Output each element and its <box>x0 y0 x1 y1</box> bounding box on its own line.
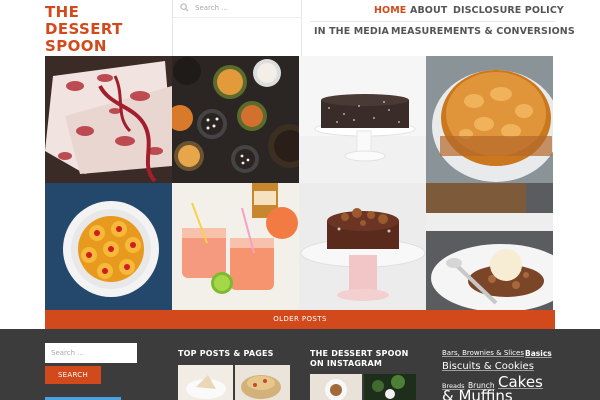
top-posts-heading: TOP POSTS & PAGES <box>178 349 274 358</box>
site-footer: SEARCH TOP POSTS & PAGES THE DESSERT SPO… <box>0 329 600 400</box>
instagram-heading-line-2: ON INSTAGRAM <box>310 359 383 368</box>
tag-biscuits-cookies[interactable]: Biscuits & Cookies <box>442 361 534 372</box>
nav-item-disclosure-policy[interactable]: DISCLOSURE POLICY <box>453 5 564 16</box>
chocolate-cake-photo <box>299 56 426 183</box>
post-thumbnail-pineapple-cake[interactable] <box>45 183 172 310</box>
post-thumbnail-apricot-tart[interactable] <box>426 56 553 183</box>
cupcakes-photo <box>172 56 299 183</box>
post-thumbnail-grapefruit-drinks[interactable] <box>172 183 299 310</box>
grapefruit-drinks-photo <box>172 183 299 310</box>
post-thumbnail-walnut-cake[interactable] <box>299 183 426 310</box>
tag-basics[interactable]: Basics <box>525 349 552 358</box>
tag-cakes-muffins[interactable]: & Muffins <box>442 387 513 400</box>
instagram-heading: THE DESSERT SPOON ON INSTAGRAM <box>310 349 409 369</box>
instagram-thumbnail-2[interactable] <box>364 374 416 400</box>
nav-item-home[interactable]: HOME <box>374 5 406 16</box>
footer-search-button[interactable]: SEARCH <box>45 366 101 384</box>
top-post-thumbnail-2[interactable] <box>235 365 290 400</box>
nav-item-about[interactable]: ABOUT <box>410 5 447 16</box>
post-thumbnail-napkin[interactable] <box>45 56 172 183</box>
post-grid <box>45 56 555 310</box>
main-navigation: HOME ABOUT DISCLOSURE POLICY IN THE MEDI… <box>0 0 600 56</box>
top-post-image-1 <box>178 365 233 400</box>
instagram-image-2 <box>364 374 416 400</box>
ice-cream-crumble-photo <box>426 183 553 310</box>
tag-bars-brownies-slices[interactable]: Bars, Brownies & Slices <box>442 349 524 357</box>
pineapple-cake-photo <box>45 183 172 310</box>
footer-search-input[interactable] <box>45 343 137 363</box>
post-thumbnail-chocolate-cake[interactable] <box>299 56 426 183</box>
nav-divider <box>310 21 555 22</box>
older-posts-button[interactable]: OLDER POSTS <box>45 310 555 329</box>
nav-item-measurements-conversions[interactable]: MEASUREMENTS & CONVERSIONS <box>391 26 575 37</box>
post-thumbnail-ice-cream-crumble[interactable] <box>426 183 553 310</box>
instagram-thumbnail-1[interactable] <box>310 374 362 400</box>
walnut-cake-photo <box>299 183 426 310</box>
instagram-image-1 <box>310 374 362 400</box>
instagram-heading-line-1: THE DESSERT SPOON <box>310 349 409 358</box>
apricot-tart-photo <box>426 56 553 183</box>
napkin-photo <box>45 56 172 183</box>
nav-item-in-the-media[interactable]: IN THE MEDIA <box>314 26 389 37</box>
post-thumbnail-cupcakes[interactable] <box>172 56 299 183</box>
top-post-image-2 <box>235 365 290 400</box>
top-post-thumbnail-1[interactable] <box>178 365 233 400</box>
